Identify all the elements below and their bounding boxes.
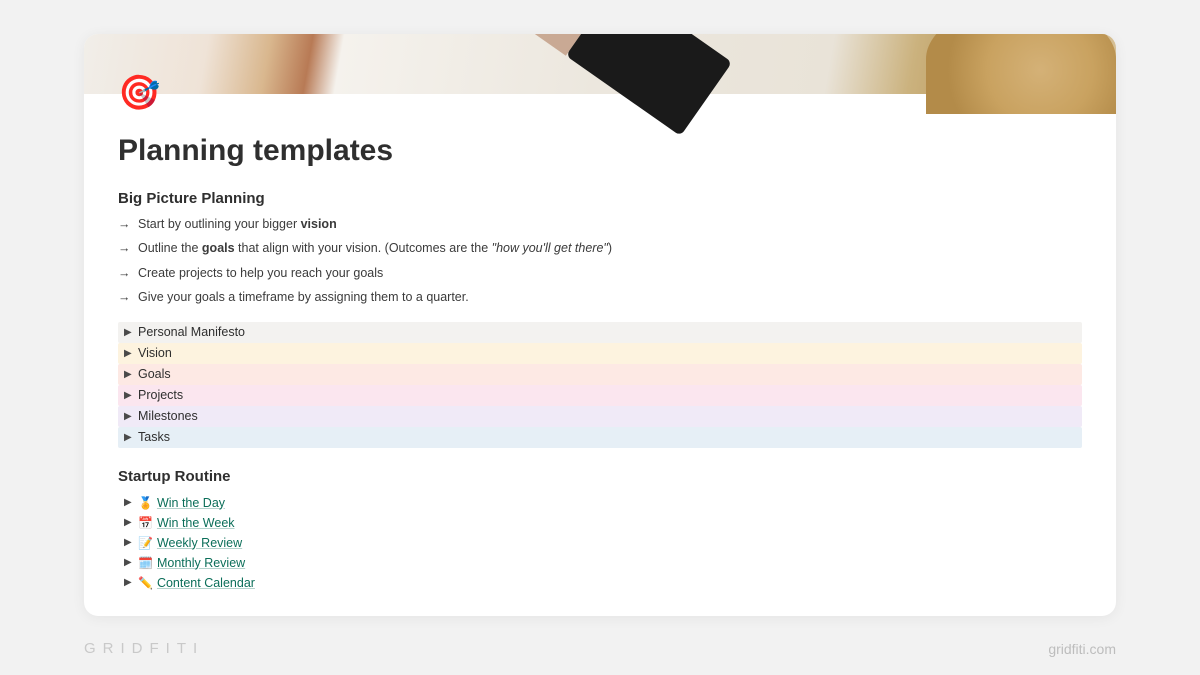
toggle-triangle-icon: ▶	[124, 497, 138, 508]
page-icon[interactable]: 🎯	[118, 76, 160, 110]
bullet-text: Start by outlining your bigger	[138, 217, 301, 231]
toggle-milestones[interactable]: ▶ Milestones	[118, 406, 1082, 427]
spiral-calendar-icon: 🗓️	[138, 556, 153, 570]
medal-icon: 🏅	[138, 496, 153, 510]
toggle-triangle-icon: ▶	[124, 411, 138, 422]
toggle-triangle-icon: ▶	[124, 369, 138, 380]
toggle-list: ▶ Personal Manifesto ▶ Vision ▶ Goals ▶ …	[118, 322, 1082, 448]
toggle-triangle-icon: ▶	[124, 432, 138, 443]
routine-link: Win the Day	[157, 496, 225, 510]
toggle-triangle-icon: ▶	[124, 327, 138, 338]
bullet-bold: goals	[202, 241, 235, 255]
toggle-label: Goals	[138, 367, 171, 381]
routine-item-content-calendar[interactable]: ▶ ✏️ Content Calendar	[118, 573, 1082, 593]
routine-item-monthly-review[interactable]: ▶ 🗓️ Monthly Review	[118, 553, 1082, 573]
bullet-text: that align with your vision. (Outcomes a…	[235, 241, 492, 255]
bullet-text: )	[608, 241, 612, 255]
startup-routine-list: ▶ 🏅 Win the Day ▶ 📅 Win the Week ▶ 📝 Wee…	[118, 493, 1082, 593]
section-heading-startup-routine: Startup Routine	[118, 468, 1082, 485]
page-content: Planning templates Big Picture Planning …	[84, 94, 1116, 593]
toggle-triangle-icon: ▶	[124, 537, 138, 548]
routine-item-win-the-week[interactable]: ▶ 📅 Win the Week	[118, 513, 1082, 533]
routine-link: Monthly Review	[157, 556, 245, 570]
bullet-line: → Outline the goals that align with your…	[118, 239, 1082, 258]
calendar-icon: 📅	[138, 516, 153, 530]
toggle-triangle-icon: ▶	[124, 577, 138, 588]
toggle-goals[interactable]: ▶ Goals	[118, 364, 1082, 385]
routine-link: Win the Week	[157, 516, 235, 530]
bullet-line: → Give your goals a timeframe by assigni…	[118, 288, 1082, 307]
memo-icon: 📝	[138, 536, 153, 550]
toggle-label: Vision	[138, 346, 172, 360]
toggle-projects[interactable]: ▶ Projects	[118, 385, 1082, 406]
toggle-triangle-icon: ▶	[124, 348, 138, 359]
brand-url: gridfiti.com	[1048, 641, 1116, 657]
toggle-label: Projects	[138, 388, 183, 402]
toggle-personal-manifesto[interactable]: ▶ Personal Manifesto	[118, 322, 1082, 343]
arrow-icon: →	[118, 290, 131, 304]
toggle-tasks[interactable]: ▶ Tasks	[118, 427, 1082, 448]
routine-item-win-the-day[interactable]: ▶ 🏅 Win the Day	[118, 493, 1082, 513]
routine-item-weekly-review[interactable]: ▶ 📝 Weekly Review	[118, 533, 1082, 553]
bullet-italic: "how you'll get there"	[492, 241, 608, 255]
page-title: Planning templates	[118, 134, 1082, 168]
toggle-label: Personal Manifesto	[138, 325, 245, 339]
bullet-line: → Create projects to help you reach your…	[118, 264, 1082, 283]
bullet-text: Create projects to help you reach your g…	[138, 266, 383, 280]
arrow-icon: →	[118, 241, 131, 255]
arrow-icon: →	[118, 217, 131, 231]
bullet-bold: vision	[301, 217, 337, 231]
big-picture-bullets: → Start by outlining your bigger vision …	[118, 215, 1082, 308]
pencil-icon: ✏️	[138, 576, 153, 590]
toggle-triangle-icon: ▶	[124, 517, 138, 528]
routine-link: Content Calendar	[157, 576, 255, 590]
bullet-text: Give your goals a timeframe by assigning…	[138, 290, 469, 304]
bullet-line: → Start by outlining your bigger vision	[118, 215, 1082, 234]
bullet-text: Outline the	[138, 241, 202, 255]
toggle-label: Milestones	[138, 409, 198, 423]
section-heading-big-picture: Big Picture Planning	[118, 190, 1082, 207]
toggle-vision[interactable]: ▶ Vision	[118, 343, 1082, 364]
brand-wordmark: GRIDFITI	[84, 640, 204, 657]
toggle-triangle-icon: ▶	[124, 390, 138, 401]
toggle-label: Tasks	[138, 430, 170, 444]
notion-page-card: 🎯 Planning templates Big Picture Plannin…	[84, 34, 1116, 616]
cover-image	[84, 34, 1116, 94]
routine-link: Weekly Review	[157, 536, 242, 550]
toggle-triangle-icon: ▶	[124, 557, 138, 568]
arrow-icon: →	[118, 266, 131, 280]
